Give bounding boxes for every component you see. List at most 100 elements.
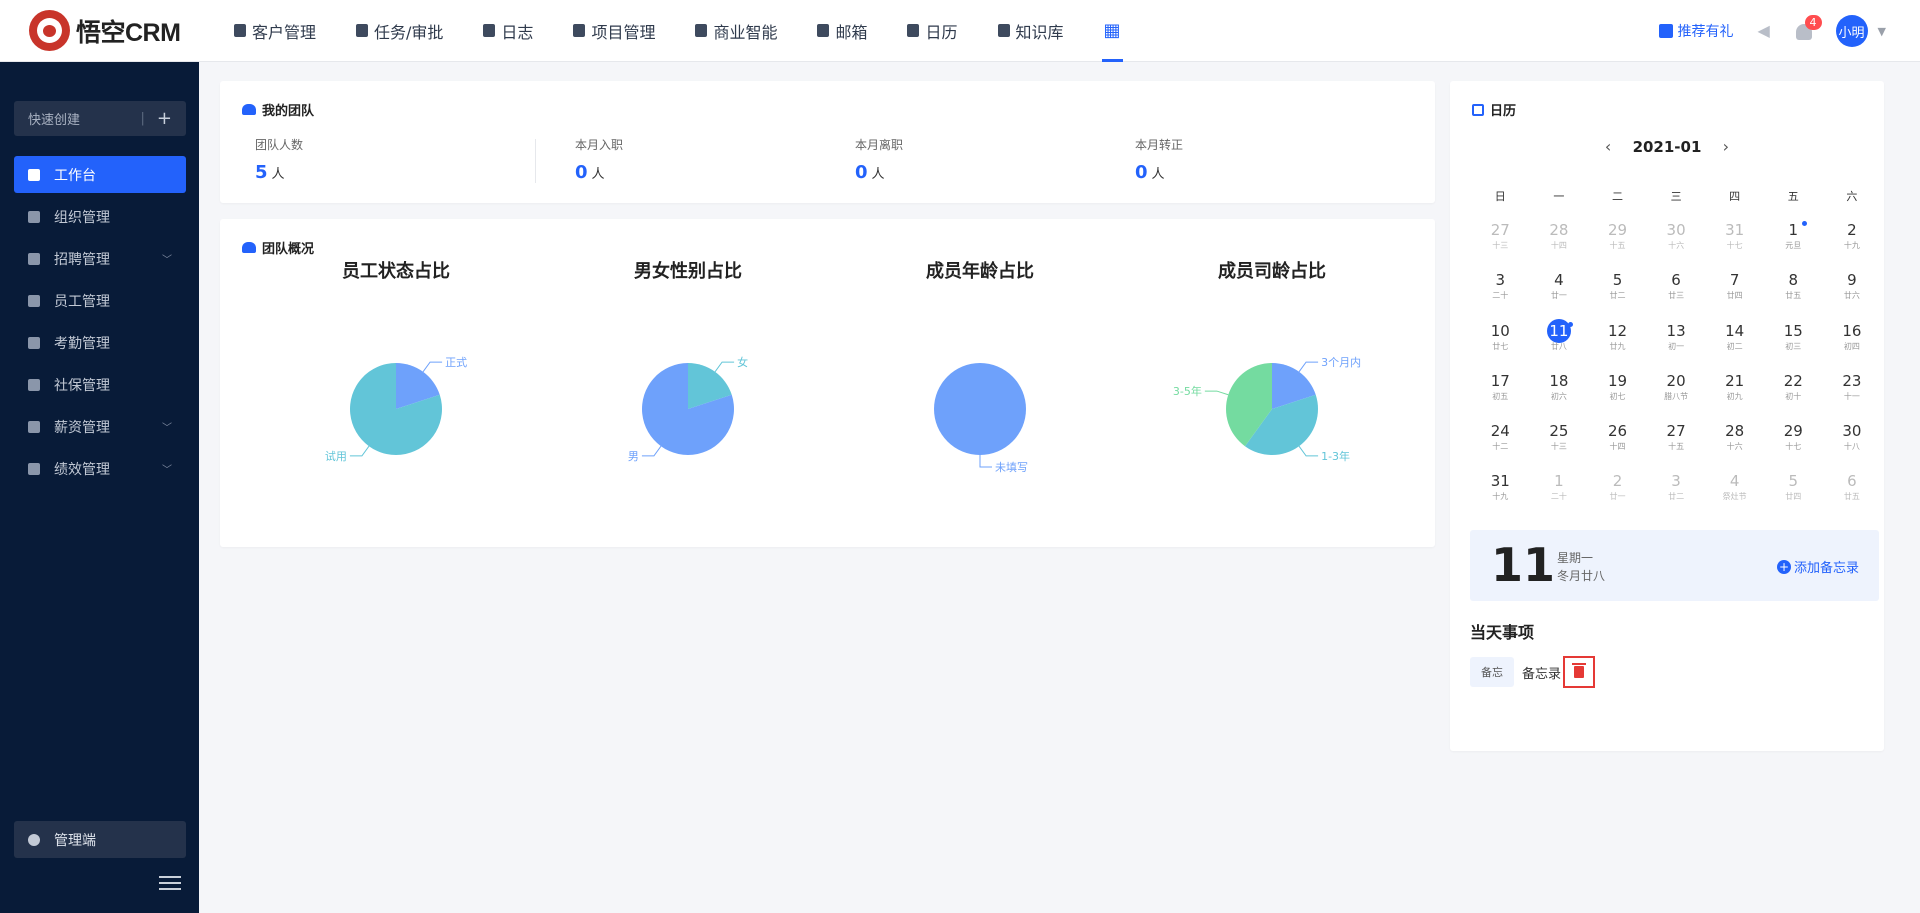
calendar-day[interactable]: 3 二十 [1471,268,1530,318]
sidebar-item-organization[interactable]: 组织管理 [14,198,186,235]
sidebar-item-label: 员工管理 [54,293,110,310]
stat-unit: 人 [871,167,885,182]
calendar-day[interactable]: 29 十五 [1588,218,1647,268]
sidebar-item-attendance[interactable]: 考勤管理 [14,324,186,361]
sidebar: 快速创建 | + 工作台 组织管理 招聘管理 ﹀ 员工管理 考勤管理 社保管理 薪… [0,62,199,913]
calendar-day[interactable]: 1 元旦 [1764,218,1823,268]
calendar-day[interactable]: 5 廿二 [1588,268,1647,318]
quick-create-button[interactable]: 快速创建 | + [14,101,186,136]
calendar-day[interactable]: 7 廿四 [1705,268,1764,318]
nav-item-projects[interactable]: 项目管理 [553,0,675,62]
nav-item-mail[interactable]: 邮箱 [797,0,887,62]
calendar-day[interactable]: 16 初四 [1823,319,1882,369]
calendar-day[interactable]: 18 初六 [1530,369,1589,419]
user-avatar[interactable]: 小明 [1835,15,1868,47]
calendar-day[interactable]: 4 祭灶节 [1705,469,1764,519]
chevron-right-icon[interactable]: › [1723,137,1729,156]
admin-button[interactable]: 管理端 [14,821,186,858]
sidebar-item-recruitment[interactable]: 招聘管理 ﹀ [14,240,186,277]
calendar-day[interactable]: 22 初十 [1764,369,1823,419]
day-lunar: 十五 [1668,442,1685,452]
calendar-day[interactable]: 29 十七 [1764,419,1823,469]
day-lunar: 廿一 [1609,492,1626,502]
sidebar-item-workbench[interactable]: 工作台 [14,156,186,193]
calendar-day[interactable]: 1 二十 [1530,469,1589,519]
nav-item-logs[interactable]: 日志 [463,0,553,62]
calendar-day[interactable]: 21 初九 [1705,369,1764,419]
selected-day-panel: 11 星期一 冬月廿八 + 添加备忘录 [1470,530,1879,601]
calendar-day[interactable]: 8 廿五 [1764,268,1823,318]
calendar-day[interactable]: 6 廿三 [1647,268,1706,318]
nav-item-apps[interactable]: ▦ [1084,0,1141,62]
calendar-day[interactable]: 28 十六 [1705,419,1764,469]
calendar-day[interactable]: 30 十八 [1823,419,1882,469]
calendar-day[interactable]: 19 初七 [1588,369,1647,419]
calendar-day[interactable]: 15 初三 [1764,319,1823,369]
calendar-day[interactable]: 27 十三 [1471,218,1530,268]
calendar-day[interactable]: 31 十九 [1471,469,1530,519]
sidebar-item-employees[interactable]: 员工管理 [14,282,186,319]
calendar-day[interactable]: 17 初五 [1471,369,1530,419]
nav-item-knowledge[interactable]: 知识库 [978,0,1084,62]
day-number: 13 [1666,321,1686,340]
calendar-day[interactable]: 5 廿四 [1764,469,1823,519]
calendar-day[interactable]: 23 十一 [1823,369,1882,419]
calendar-day[interactable]: 27 十五 [1647,419,1706,469]
calendar-day[interactable]: 4 廿一 [1530,268,1589,318]
card-title-text: 我的团队 [262,104,315,119]
sidebar-item-insurance[interactable]: 社保管理 [14,366,186,403]
calendar-day[interactable]: 3 廿二 [1647,469,1706,519]
calendar-day[interactable]: 30 十六 [1647,218,1706,268]
day-lunar: 十六 [1668,241,1685,250]
sidebar-item-salary[interactable]: 薪资管理 ﹀ [14,408,186,445]
calendar-day[interactable]: 11 廿八 [1530,318,1589,369]
stat-number: 5 [255,162,268,183]
day-number: 27 [1490,221,1510,239]
caret-down-icon[interactable]: ▼ [1878,25,1886,38]
calendar-day[interactable]: 28 十四 [1530,218,1589,268]
chart-gender: 男女性别占比 女男 [542,257,834,527]
app-logo[interactable]: 悟空CRM [0,10,204,51]
nav-item-tasks[interactable]: 任务/审批 [336,0,463,62]
stat-value: 0人 [575,162,623,183]
calendar-day[interactable]: 12 廿九 [1588,319,1647,369]
calendar-day[interactable]: 26 十四 [1588,419,1647,469]
speaker-icon[interactable]: ◀ [1758,23,1774,39]
calendar-day[interactable]: 25 十三 [1530,419,1589,469]
calendar-day[interactable]: 24 十二 [1471,419,1530,469]
calendar-day[interactable]: 31 十七 [1705,218,1764,268]
calendar-day[interactable]: 10 廿七 [1471,319,1530,369]
notification-button[interactable]: 4 [1795,15,1822,40]
pie-slice[interactable] [934,363,1026,455]
chevron-left-icon[interactable]: ‹ [1605,137,1611,156]
collapse-sidebar-icon[interactable] [159,876,181,890]
nav-item-bi[interactable]: 商业智能 [675,0,797,62]
day-lunar: 十二 [1492,442,1509,452]
calendar-day[interactable]: 14 初二 [1705,319,1764,369]
calendar-day[interactable]: 20 腊八节 [1647,369,1706,419]
sidebar-item-performance[interactable]: 绩效管理 ﹀ [14,450,186,487]
calendar-day[interactable]: 13 初一 [1647,319,1706,369]
weekday-label: 四 [1729,190,1741,203]
add-memo-button[interactable]: + 添加备忘录 [1776,557,1859,576]
event-text[interactable]: 备忘录 [1522,663,1561,682]
calendar-day[interactable]: 2 廿一 [1588,469,1647,519]
day-lunar: 初六 [1550,391,1567,401]
main-nav: 客户管理 任务/审批 日志 项目管理 商业智能 邮箱 日历 知识库 ▦ [214,0,1141,62]
stat-value: 0人 [855,162,903,183]
pie-leader-line [422,361,443,373]
day-lunar: 十七 [1785,442,1802,452]
day-lunar: 廿二 [1668,492,1685,502]
calendar-day[interactable]: 6 廿五 [1823,469,1882,519]
pie-label: 未填写 [995,460,1028,474]
referral-link[interactable]: 推荐有礼 [1658,21,1734,41]
day-lunar: 廿一 [1550,291,1567,301]
weekday-label: 二 [1611,190,1623,203]
delete-event-button[interactable] [1563,656,1596,688]
nav-item-customers[interactable]: 客户管理 [214,0,336,62]
calendar-day[interactable]: 9 廿六 [1823,268,1882,318]
nav-item-calendar[interactable]: 日历 [887,0,977,62]
briefcase-icon [28,252,40,265]
day-lunar: 初九 [1726,391,1743,401]
calendar-day[interactable]: 2 十九 [1823,218,1882,268]
